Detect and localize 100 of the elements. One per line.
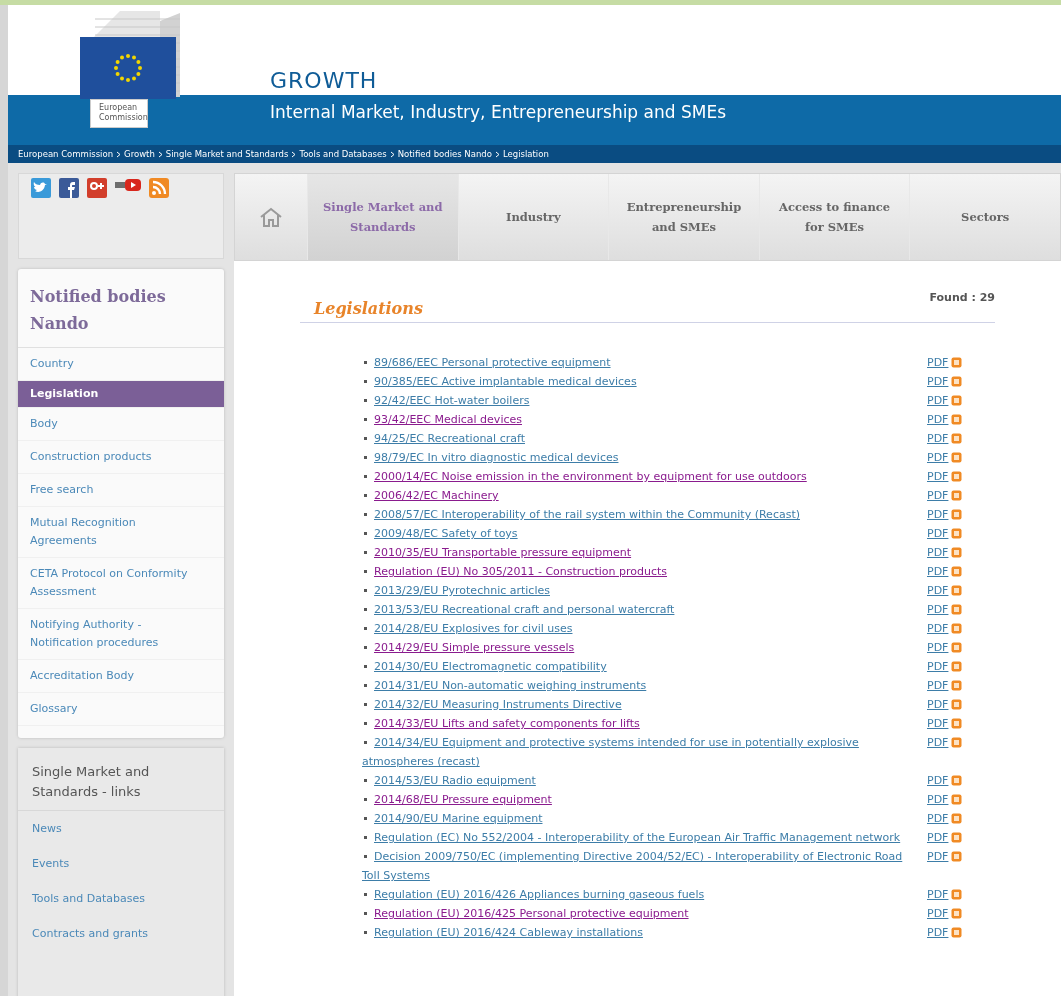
pdf-link[interactable]: PDF xyxy=(927,828,949,847)
facebook-icon[interactable] xyxy=(59,178,79,198)
sidebar-item[interactable]: Construction products xyxy=(18,441,224,474)
pdf-link[interactable]: PDF xyxy=(927,733,949,752)
legislation-link[interactable]: 2010/35/EU Transportable pressure equipment xyxy=(362,543,907,562)
site-title: GROWTH xyxy=(270,68,378,95)
breadcrumb-link[interactable]: Growth xyxy=(124,149,155,159)
sidebar-item[interactable]: Glossary xyxy=(18,693,224,726)
legislation-link[interactable]: 2014/90/EU Marine equipment xyxy=(362,809,907,828)
document-icon xyxy=(951,775,963,786)
sidebar-item[interactable]: Notifying Authority - Notification procedures xyxy=(18,609,224,660)
legislation-link[interactable]: 98/79/EC In vitro diagnostic medical devices xyxy=(362,448,907,467)
pdf-link[interactable]: PDF xyxy=(927,676,949,695)
breadcrumb-link[interactable]: Notified bodies Nando xyxy=(397,149,492,159)
chevron-icon xyxy=(494,150,500,158)
pdf-link[interactable]: PDF xyxy=(927,790,949,809)
legislation-link[interactable]: 92/42/EEC Hot-water boilers xyxy=(362,391,907,410)
document-icon xyxy=(951,433,963,444)
legislation-link[interactable]: 89/686/EEC Personal protective equipment xyxy=(362,353,907,372)
pdf-link[interactable]: PDF xyxy=(927,429,949,448)
pdf-link[interactable]: PDF xyxy=(927,771,949,790)
sidebar-link[interactable]: News xyxy=(18,811,224,846)
document-icon xyxy=(951,357,963,368)
pdf-link[interactable]: PDF xyxy=(927,714,949,733)
legislation-link[interactable]: Decision 2009/750/EC (implementing Directive 2004/52/EC) - Interoperability of Electronic Road Toll Systems xyxy=(362,847,907,885)
pdf-link[interactable]: PDF xyxy=(927,619,949,638)
legislation-link[interactable]: 2014/30/EU Electromagnetic compatibility xyxy=(362,657,907,676)
pdf-link[interactable]: PDF xyxy=(927,448,949,467)
document-icon xyxy=(951,718,963,729)
pdf-link[interactable]: PDF xyxy=(927,600,949,619)
google-plus-icon[interactable] xyxy=(87,178,107,198)
sidebar-item[interactable]: Accreditation Body xyxy=(18,660,224,693)
logo-caption: European Commission xyxy=(90,99,148,128)
sidebar-link[interactable]: Events xyxy=(18,846,224,881)
sidebar-item[interactable]: Mutual Recognition Agreements xyxy=(18,507,224,558)
sidebar-item[interactable]: Body xyxy=(18,408,224,441)
legislation-link[interactable]: 2014/34/EU Equipment and protective systems intended for use in potentially explosive atmospheres (recast) xyxy=(362,733,907,771)
breadcrumb-link[interactable]: European Commission xyxy=(18,149,114,159)
nav-tab[interactable]: Single Market and Standards xyxy=(307,174,458,260)
document-icon xyxy=(951,699,963,710)
legislation-link[interactable]: 2014/68/EU Pressure equipment xyxy=(362,790,907,809)
document-icon xyxy=(951,585,963,596)
legislation-link[interactable]: 2000/14/EC Noise emission in the environment by equipment for use outdoors xyxy=(362,467,907,486)
pdf-link[interactable]: PDF xyxy=(927,505,949,524)
breadcrumb-link[interactable]: Tools and Databases xyxy=(299,149,387,159)
pdf-link[interactable]: PDF xyxy=(927,543,949,562)
chevron-icon xyxy=(157,150,163,158)
twitter-icon[interactable] xyxy=(31,178,51,198)
legislation-link[interactable]: Regulation (EU) No 305/2011 - Construction products xyxy=(362,562,907,581)
nav-tab[interactable]: Access to finance for SMEs xyxy=(758,174,910,260)
legislation-link[interactable]: 2008/57/EC Interoperability of the rail system within the Community (Recast) xyxy=(362,505,907,524)
legislation-link[interactable]: 2013/53/EU Recreational craft and personal watercraft xyxy=(362,600,907,619)
sidebar-item[interactable]: Free search xyxy=(18,474,224,507)
pdf-link[interactable]: PDF xyxy=(927,524,949,543)
legislation-link[interactable]: Regulation (EU) 2016/425 Personal protective equipment xyxy=(362,904,907,923)
document-icon xyxy=(951,452,963,463)
pdf-link[interactable]: PDF xyxy=(927,391,949,410)
legislation-link[interactable]: 2014/53/EU Radio equipment xyxy=(362,771,907,790)
sidebar-link[interactable]: Contracts and grants xyxy=(18,916,224,951)
chevron-icon xyxy=(116,150,122,158)
pdf-link[interactable]: PDF xyxy=(927,695,949,714)
pdf-link[interactable]: PDF xyxy=(927,486,949,505)
legislation-link[interactable]: 2014/28/EU Explosives for civil uses xyxy=(362,619,907,638)
legislation-link[interactable]: 2014/31/EU Non-automatic weighing instruments xyxy=(362,676,907,695)
pdf-link[interactable]: PDF xyxy=(927,372,949,391)
pdf-link[interactable]: PDF xyxy=(927,562,949,581)
sidebar-item[interactable]: Legislation xyxy=(18,381,224,408)
pdf-link[interactable]: PDF xyxy=(927,353,949,372)
legislation-link[interactable]: Regulation (EU) 2016/426 Appliances burning gaseous fuels xyxy=(362,885,907,904)
legislation-link[interactable]: Regulation (EU) 2016/424 Cableway installations xyxy=(362,923,907,942)
legislation-link[interactable]: Regulation (EC) No 552/2004 - Interoperability of the European Air Traffic Management network xyxy=(362,828,907,847)
nav-tab[interactable]: Industry xyxy=(457,174,609,260)
legislation-link[interactable]: 2014/33/EU Lifts and safety components for lifts xyxy=(362,714,907,733)
pdf-link[interactable]: PDF xyxy=(927,467,949,486)
nav-tab[interactable]: Sectors xyxy=(909,174,1060,260)
legislation-link[interactable]: 2009/48/EC Safety of toys xyxy=(362,524,907,543)
breadcrumb-link[interactable]: Legislation xyxy=(502,149,549,159)
legislation-link[interactable]: 93/42/EEC Medical devices xyxy=(362,410,907,429)
pdf-link[interactable]: PDF xyxy=(927,885,949,904)
pdf-link[interactable]: PDF xyxy=(927,923,949,942)
pdf-link[interactable]: PDF xyxy=(927,904,949,923)
legislation-link[interactable]: 2013/29/EU Pyrotechnic articles xyxy=(362,581,907,600)
youtube-icon[interactable] xyxy=(115,178,141,192)
pdf-link[interactable]: PDF xyxy=(927,809,949,828)
pdf-link[interactable]: PDF xyxy=(927,847,949,866)
rss-icon[interactable] xyxy=(149,178,169,198)
legislation-link[interactable]: 94/25/EC Recreational craft xyxy=(362,429,907,448)
breadcrumb-link[interactable]: Single Market and Standards xyxy=(165,149,289,159)
pdf-link[interactable]: PDF xyxy=(927,657,949,676)
pdf-link[interactable]: PDF xyxy=(927,410,949,429)
sidebar-link[interactable]: Tools and Databases xyxy=(18,881,224,916)
legislation-link[interactable]: 2014/29/EU Simple pressure vessels xyxy=(362,638,907,657)
pdf-link[interactable]: PDF xyxy=(927,638,949,657)
legislation-link[interactable]: 2014/32/EU Measuring Instruments Directive xyxy=(362,695,907,714)
pdf-link[interactable]: PDF xyxy=(927,581,949,600)
document-icon xyxy=(951,528,963,539)
sidebar-item[interactable]: CETA Protocol on Conformity Assessment xyxy=(18,558,224,609)
legislation-link[interactable]: 2006/42/EC Machinery xyxy=(362,486,907,505)
nav-tab[interactable]: Entrepreneurship and SMEs xyxy=(608,174,759,260)
legislation-link[interactable]: 90/385/EEC Active implantable medical devices xyxy=(362,372,907,391)
